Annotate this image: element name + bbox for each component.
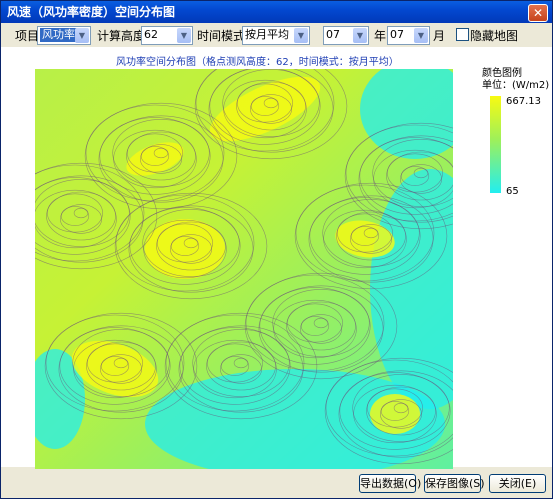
wind-power-map — [35, 69, 453, 469]
item-select[interactable]: 风功率 ▼ — [37, 26, 91, 45]
toolbar: 项目 风功率 ▼ 计算高度 62 ▼ 时间模式 按月平均 ▼ 07 ▼ 年 07… — [1, 23, 552, 47]
legend-max-value: 667.13 — [506, 96, 541, 107]
color-scale-bar — [490, 96, 501, 193]
year-select-value: 07 — [326, 28, 340, 41]
hide-map-label: 隐藏地图 — [470, 29, 519, 43]
month-label: 月 — [433, 29, 446, 43]
month-select[interactable]: 07 ▼ — [387, 26, 430, 45]
chevron-down-icon: ▼ — [294, 28, 308, 43]
month-select-value: 07 — [390, 28, 404, 41]
hide-map-checkbox[interactable] — [456, 28, 469, 41]
close-button[interactable]: 关闭(E) — [489, 474, 546, 493]
legend-title: 颜色图例 — [482, 68, 522, 79]
year-select[interactable]: 07 ▼ — [323, 26, 369, 45]
legend-unit: 单位：(W/m2) — [482, 80, 550, 91]
item-label: 项目 — [15, 29, 40, 43]
title-bar: 风速（风功率密度）空间分布图 ✕ — [1, 1, 552, 23]
window-title: 风速（风功率密度）空间分布图 — [7, 5, 176, 19]
button-bar: 导出数据(O) 保存图像(S) 关闭(E) — [1, 467, 552, 498]
year-label: 年 — [374, 29, 387, 43]
time-mode-label: 时间模式 — [197, 29, 246, 43]
chevron-down-icon: ▼ — [177, 28, 191, 43]
time-mode-select[interactable]: 按月平均 ▼ — [242, 26, 310, 45]
map-title: 风功率空间分布图（格点测风高度：62，时间模式：按月平均） — [116, 57, 399, 68]
chevron-down-icon: ▼ — [75, 28, 89, 43]
height-label: 计算高度 — [97, 29, 146, 43]
chevron-down-icon: ▼ — [414, 28, 428, 43]
height-select[interactable]: 62 ▼ — [141, 26, 193, 45]
time-mode-select-value: 按月平均 — [245, 28, 289, 41]
item-select-value: 风功率 — [40, 28, 77, 42]
legend-min-value: 65 — [506, 186, 519, 197]
map-panel: 风功率空间分布图（格点测风高度：62，时间模式：按月平均） 颜色图例 单位：(W… — [1, 47, 552, 469]
close-window-button[interactable]: ✕ — [528, 4, 548, 22]
export-data-button[interactable]: 导出数据(O) — [359, 474, 421, 493]
save-image-button[interactable]: 保存图像(S) — [424, 474, 485, 493]
main-window: 风速（风功率密度）空间分布图 ✕ 项目 风功率 ▼ 计算高度 62 ▼ 时间模式… — [0, 0, 553, 499]
height-select-value: 62 — [144, 28, 158, 41]
chevron-down-icon: ▼ — [353, 28, 367, 43]
